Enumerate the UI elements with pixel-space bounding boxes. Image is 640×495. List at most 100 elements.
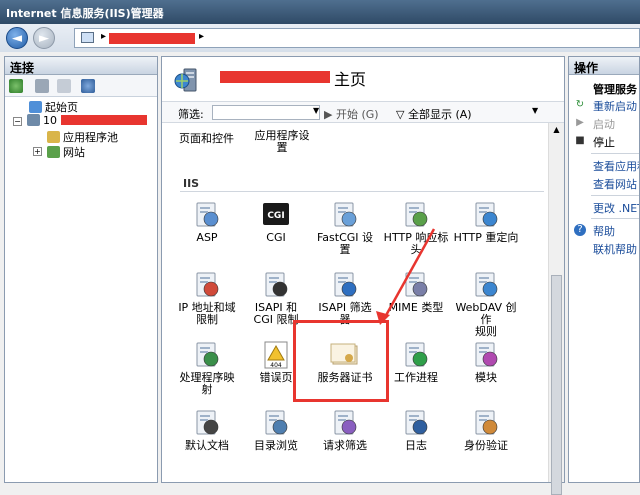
tree-expand-toggle[interactable]: + (33, 147, 42, 156)
go-button[interactable]: ▶ 开始 (G) (324, 106, 379, 122)
cgi-icon: CGI (260, 200, 292, 230)
page-header: 主页 (162, 57, 564, 99)
logging-icon (400, 408, 432, 438)
fastcgi-icon (329, 200, 361, 230)
scroll-thumb[interactable] (551, 275, 562, 495)
refresh-icon[interactable] (81, 79, 95, 93)
connections-header: 连接 (5, 57, 157, 75)
feature-pages-and-controls[interactable]: 页面和控件 (179, 130, 234, 146)
filter-dropdown-icon[interactable]: ▼ (313, 106, 319, 115)
feature-dir-browse[interactable]: 目录浏览 (241, 408, 311, 452)
tree-item-app-pools[interactable]: 应用程序池 (47, 129, 118, 144)
start-page-icon (29, 101, 42, 113)
save-icon[interactable] (35, 79, 49, 93)
modules-icon (470, 340, 502, 370)
svg-text:CGI: CGI (267, 211, 284, 221)
window-title: Internet 信息服务(IIS)管理器 (0, 0, 640, 24)
address-bar: ◄ ► ▸ ▸ (0, 24, 640, 52)
highlight-box (293, 320, 389, 402)
action-change-dotnet[interactable]: 更改 .NET (593, 200, 639, 216)
up-level-icon[interactable] (57, 79, 71, 93)
handler-icon (191, 340, 223, 370)
actions-pane: 操作 管理服务 ↻ 重新启动 ▶ 启动 ■ 停止 查看应用程 查看网站 更改 .… (568, 56, 640, 483)
feature-label: 模块 (475, 371, 497, 384)
error-page-icon: 404 (260, 340, 292, 370)
http-redirect-icon (470, 200, 502, 230)
tree-item-server[interactable]: 10 (27, 114, 155, 129)
feature-app-settings[interactable]: 应用程序设 置 (248, 130, 316, 154)
feature-webdav[interactable]: WebDAV 创作 规则 (451, 270, 521, 338)
server-icon (27, 114, 40, 126)
feature-fastcgi[interactable]: FastCGI 设 置 (310, 200, 380, 256)
feature-isapi-cgi[interactable]: ISAPI 和 CGI 限制 (241, 270, 311, 326)
feature-http-headers[interactable]: HTTP 响应标 头 (381, 200, 451, 256)
feature-http-redirect[interactable]: HTTP 重定向 (451, 200, 521, 244)
stop-icon: ■ (575, 135, 585, 146)
feature-worker-process[interactable]: 工作进程 (381, 340, 451, 384)
action-help[interactable]: 帮助 (593, 223, 615, 239)
http-headers-icon (400, 200, 432, 230)
view-dropdown-icon[interactable]: ▼ (532, 106, 538, 115)
sites-icon (47, 146, 60, 158)
feature-label: HTTP 重定向 (453, 231, 519, 244)
actions-header: 操作 (569, 57, 639, 75)
features-scrollbar[interactable]: ▲ (548, 123, 564, 495)
tree-item-sites[interactable]: 网站 (47, 144, 85, 159)
feature-ip-restrict[interactable]: IP 地址和域 限制 (172, 270, 242, 326)
feature-auth[interactable]: 身份验证 (451, 408, 521, 452)
auth-icon (470, 408, 502, 438)
feature-label: CGI (266, 231, 286, 244)
feature-isapi-filter[interactable]: ISAPI 筛选 器 (310, 270, 380, 326)
asp-icon (191, 200, 223, 230)
ip-restrict-icon (191, 270, 223, 300)
feature-label: 工作进程 (394, 371, 438, 384)
feature-asp[interactable]: ASP (172, 200, 242, 244)
feature-label: IP 地址和域 限制 (178, 301, 236, 326)
restart-icon: ↻ (575, 99, 585, 110)
address-box[interactable]: ▸ ▸ (74, 28, 640, 48)
default-doc-icon (191, 408, 223, 438)
start-icon: ▶ (576, 117, 584, 128)
redacted-server-name (60, 115, 147, 125)
connect-icon[interactable] (9, 79, 23, 93)
actions-divider (591, 195, 639, 196)
feature-request-filter[interactable]: 请求筛选 (310, 408, 380, 452)
redacted-server-title (220, 71, 330, 83)
dir-browse-icon (260, 408, 292, 438)
manage-server-header: 管理服务 (593, 83, 637, 96)
action-view-app-pools[interactable]: 查看应用程 (593, 158, 639, 174)
breadcrumb-arrow-icon: ▸ (199, 31, 205, 42)
worker-process-icon (400, 340, 432, 370)
action-view-sites[interactable]: 查看网站 (593, 176, 637, 192)
action-restart[interactable]: 重新启动 (593, 98, 637, 114)
svg-text:404: 404 (270, 362, 282, 369)
feature-logging[interactable]: 日志 (381, 408, 451, 452)
feature-label: MIME 类型 (388, 301, 444, 314)
feature-label: WebDAV 创作 规则 (455, 301, 517, 338)
tree-item-start-page[interactable]: 起始页 (29, 99, 78, 114)
action-online-help[interactable]: 联机帮助 (593, 241, 637, 257)
action-start[interactable]: 启动 (593, 116, 615, 132)
back-button[interactable]: ◄ (6, 27, 28, 49)
computer-icon (81, 32, 94, 43)
mime-icon (400, 270, 432, 300)
actions-divider (591, 218, 639, 219)
action-stop[interactable]: 停止 (593, 134, 615, 150)
isapi-filter-icon (329, 270, 361, 300)
feature-default-doc[interactable]: 默认文档 (172, 408, 242, 452)
forward-button[interactable]: ► (33, 27, 55, 49)
scroll-up-icon[interactable]: ▲ (551, 125, 562, 135)
server-globe-icon (174, 68, 197, 92)
filter-input[interactable] (212, 105, 320, 120)
feature-cgi[interactable]: CGI CGI (241, 200, 311, 244)
page-title: 主页 (334, 70, 367, 89)
feature-handler[interactable]: 处理程序映 射 (172, 340, 242, 396)
feature-label: 处理程序映 射 (179, 371, 235, 396)
feature-mime[interactable]: MIME 类型 (381, 270, 451, 314)
show-all-button[interactable]: ▽ 全部显示 (A) (396, 106, 472, 122)
tree-collapse-toggle[interactable]: − (13, 117, 22, 126)
feature-label: ASP (196, 231, 218, 244)
help-icon: ? (574, 224, 586, 236)
feature-label: 目录浏览 (254, 439, 298, 452)
feature-modules[interactable]: 模块 (451, 340, 521, 384)
